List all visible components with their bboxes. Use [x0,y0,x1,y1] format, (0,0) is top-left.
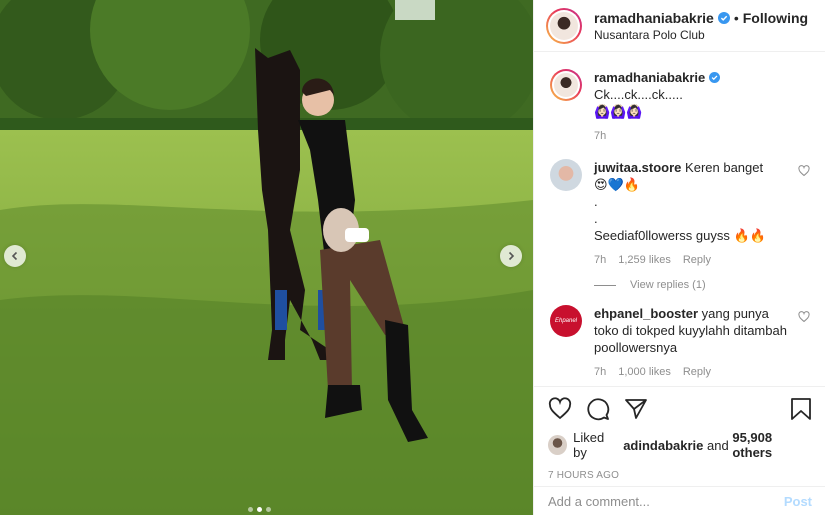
reply-button[interactable]: Reply [683,252,711,269]
comment-dot: . [594,194,598,209]
caption: ramadhaniabakrie Ck....ck....ck..... 🙆🏻‍… [550,69,810,145]
likes-count[interactable]: 95,908 others [732,430,812,460]
carousel-dot [266,507,271,512]
bookmark-icon[interactable] [790,397,812,421]
post-comment-button[interactable]: Post [784,494,812,509]
caption-text: Ck....ck....ck..... [594,87,683,102]
heart-icon[interactable] [548,397,572,421]
carousel-dot-active [257,507,262,512]
post-location[interactable]: Nusantara Polo Club [594,28,808,42]
liker-username[interactable]: adindabakrie [623,438,703,453]
comment-likes[interactable]: 1,000 likes [618,364,671,381]
replies-divider [594,284,616,286]
ehpanel-logo-text: Ehpanel [554,318,578,324]
add-comment-bar: Post [534,486,825,515]
following-button[interactable]: Following [743,10,808,26]
comment-emoji: 😍💙🔥 [594,177,640,192]
chevron-right-icon [508,251,515,261]
caption-time[interactable]: 7h [594,128,606,145]
likes-summary[interactable]: Liked by adindabakrie and 95,908 others [548,430,812,460]
verified-badge-icon [717,11,730,24]
comment-input[interactable] [548,493,784,509]
next-photo-button[interactable] [500,245,522,267]
comment-likes[interactable]: 1,259 likes [618,252,671,269]
author-username[interactable]: ramadhaniabakrie [594,10,714,26]
header-text: ramadhaniabakrie • Following Nusantara P… [594,10,808,42]
commenter-avatar[interactable] [550,159,582,191]
post-timestamp[interactable]: 7 HOURS AGO [548,470,812,481]
comment-item: juwitaa.stoore Keren banget 😍💙🔥 . . Seed… [550,159,810,269]
caption-emoji: 🙆🏻‍♀️🙆🏻‍♀️🙆🏻‍♀️ [594,104,643,119]
caption-avatar[interactable] [550,69,582,101]
comment-text: Keren banget [685,160,764,175]
likes-middle: and [707,437,729,453]
share-icon[interactable] [624,397,648,421]
likes-prefix: Liked by [573,430,605,460]
post-photo[interactable] [0,0,533,515]
comments-list[interactable]: ramadhaniabakrie Ck....ck....ck..... 🙆🏻‍… [534,53,825,386]
previous-photo-button[interactable] [4,245,26,267]
comment-dot: . [594,211,598,226]
comment-icon[interactable] [586,397,610,421]
instagram-post: ramadhaniabakrie • Following Nusantara P… [0,0,825,515]
verified-badge-icon [708,72,720,83]
header-separator: • [733,9,739,26]
comment-username[interactable]: ehpanel_booster [594,306,698,321]
comment-text-extra: Seediaf0llowerss guyss 🔥🔥 [594,228,766,243]
heart-icon[interactable] [798,165,810,177]
comment-time[interactable]: 7h [594,364,606,381]
carousel-dot [248,507,253,512]
post-header: ramadhaniabakrie • Following Nusantara P… [534,0,825,52]
post-actions: Liked by adindabakrie and 95,908 others … [534,386,825,481]
reply-button[interactable]: Reply [683,364,711,381]
author-avatar[interactable] [546,7,582,44]
post-side-panel: ramadhaniabakrie • Following Nusantara P… [533,0,825,515]
carousel-indicator [248,507,271,512]
view-replies-button[interactable]: View replies (1) [594,279,810,291]
liker-avatar [548,435,568,455]
commenter-avatar[interactable]: Ehpanel [550,305,582,337]
view-replies-label: View replies (1) [630,279,706,291]
caption-username[interactable]: ramadhaniabakrie [594,70,705,85]
avatar-image [550,11,578,40]
comment-item: Ehpanel ehpanel_booster yang punya toko … [550,305,810,381]
comment-time[interactable]: 7h [594,252,606,269]
heart-icon[interactable] [798,311,810,323]
photo-scene [0,0,533,515]
chevron-left-icon [11,251,18,261]
comment-username[interactable]: juwitaa.stoore [594,160,681,175]
